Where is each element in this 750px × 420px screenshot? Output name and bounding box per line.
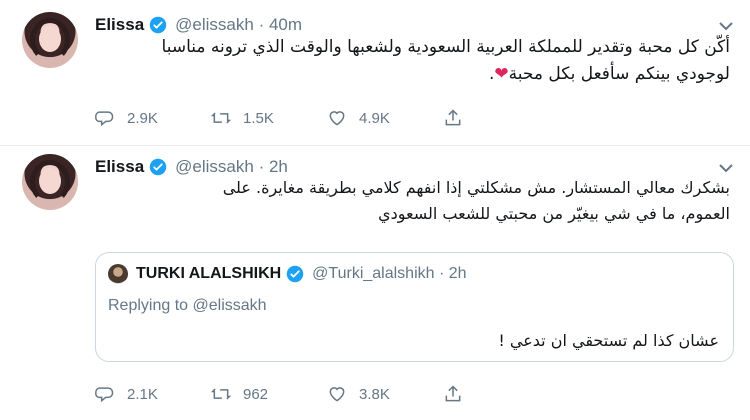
- reply-button[interactable]: 2.9K: [95, 108, 211, 128]
- tweet-text-line: العموم، ما في شي بيغيّر من محبتي للشعب ا…: [378, 204, 730, 223]
- quoted-tweet[interactable]: TURKI ALALSHIKH @Turki_alalshikh · 2h Re…: [95, 252, 734, 362]
- tweet-actions: 2.9K 1.5K 4.9K: [95, 106, 475, 130]
- separator-dot: ·: [253, 157, 269, 176]
- tweet-actions: 2.1K 962 3.8K: [95, 382, 475, 406]
- quoted-tweet-header: TURKI ALALSHIKH @Turki_alalshikh · 2h: [108, 263, 467, 285]
- retweet-icon: [211, 388, 231, 400]
- retweet-count: 1.5K: [243, 109, 274, 127]
- tweet-text-line: أكّن كل محبة وتقدير للمملكة العربية السع…: [161, 37, 730, 57]
- tweet[interactable]: Elissa @elissakh · 2h بشكرك معالي المستش…: [0, 146, 750, 420]
- reply-icon: [95, 387, 114, 403]
- retweet-count: 962: [243, 385, 269, 403]
- separator-dot: ·: [434, 265, 449, 282]
- avatar-face: [39, 168, 61, 194]
- tweet-text: أكّن كل محبة وتقدير للمملكة العربية السع…: [95, 34, 730, 88]
- retweet-button[interactable]: 962: [211, 384, 327, 404]
- avatar[interactable]: [22, 154, 78, 210]
- like-count: 4.9K: [359, 109, 390, 127]
- like-button[interactable]: 4.9K: [327, 108, 443, 128]
- author-name[interactable]: Elissa: [95, 157, 144, 177]
- like-icon: [329, 387, 345, 402]
- tweet-text-line-2: لوجودي بينكم سأفعل بكل محبة: [508, 64, 730, 84]
- quoted-author-handle: @Turki_alalshikh: [312, 265, 435, 282]
- like-icon: [329, 111, 345, 126]
- replying-to: Replying to @elissakh: [108, 297, 267, 314]
- heart-emoji: ❤: [494, 64, 509, 84]
- chevron-down-icon[interactable]: [718, 20, 734, 32]
- tweet-time[interactable]: 40m: [269, 15, 302, 35]
- verified-icon: [286, 265, 304, 283]
- retweet-button[interactable]: 1.5K: [211, 108, 327, 128]
- quoted-tweet-time: 2h: [448, 265, 467, 282]
- reply-icon: [95, 111, 114, 127]
- avatar-face: [39, 26, 61, 52]
- quoted-author-name: TURKI ALALSHIKH: [136, 265, 282, 282]
- tweet-time[interactable]: 2h: [269, 157, 288, 177]
- author-handle[interactable]: @elissakh: [175, 15, 254, 35]
- tweet[interactable]: Elissa @elissakh · 40m أكّن كل محبة وتقد…: [0, 0, 750, 146]
- reply-count: 2.9K: [127, 109, 158, 127]
- tweet-header: Elissa @elissakh · 40m: [95, 14, 302, 36]
- separator-dot: ·: [253, 15, 269, 34]
- quoted-tweet-text: عشان كذا لم تستحقي ان تدعي !: [498, 331, 719, 350]
- reply-count: 2.1K: [127, 385, 158, 403]
- author-handle[interactable]: @elissakh: [175, 157, 254, 177]
- reply-button[interactable]: 2.1K: [95, 384, 211, 404]
- retweet-icon: [211, 112, 231, 124]
- author-name[interactable]: Elissa: [95, 15, 144, 35]
- share-icon[interactable]: [443, 108, 463, 128]
- verified-icon: [149, 16, 167, 34]
- share-icon[interactable]: [443, 384, 463, 404]
- avatar[interactable]: [22, 12, 78, 68]
- chevron-down-icon[interactable]: [718, 162, 734, 174]
- tweet-text-line: لوجودي بينكم سأفعل بكل محبة❤.: [488, 64, 730, 84]
- quoted-avatar: [108, 264, 128, 284]
- verified-icon: [149, 158, 167, 176]
- tweet-text-line: بشكرك معالي المستشار. مش مشكلتي إذا انفه…: [222, 178, 730, 197]
- like-count: 3.8K: [359, 385, 390, 403]
- like-button[interactable]: 3.8K: [327, 384, 443, 404]
- tweet-text: بشكرك معالي المستشار. مش مشكلتي إذا انفه…: [95, 175, 730, 227]
